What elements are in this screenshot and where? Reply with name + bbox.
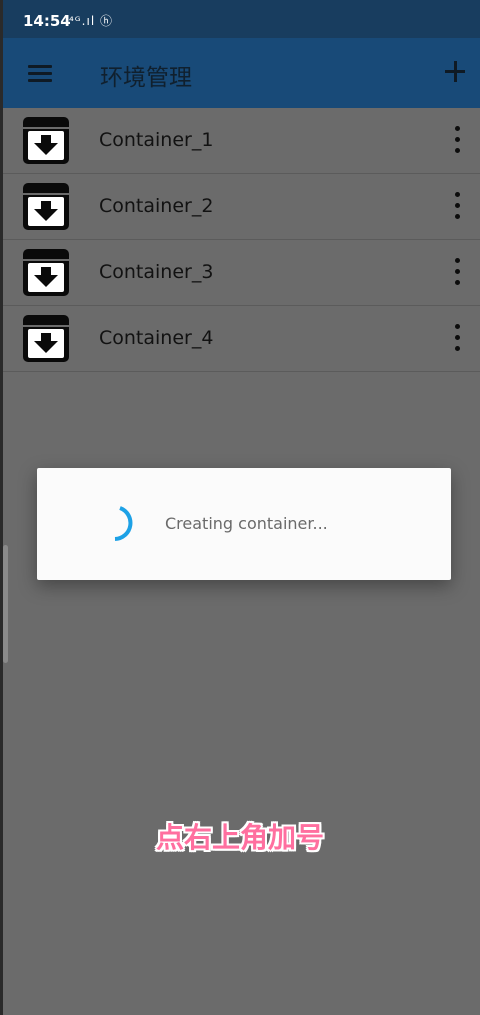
container-list: Container_1 Container_2 Container_3 Cont… [3, 108, 480, 372]
archive-download-icon [23, 117, 69, 164]
list-item-label: Container_2 [99, 195, 214, 217]
edge-swipe-handle[interactable] [3, 545, 8, 663]
list-item-container-3[interactable]: Container_3 [3, 240, 480, 306]
dialog-message: Creating container... [165, 514, 328, 533]
archive-download-icon [23, 315, 69, 362]
list-item-label: Container_4 [99, 327, 214, 349]
archive-download-icon [23, 249, 69, 296]
app-bar: 环境管理 [3, 38, 480, 108]
more-options-icon[interactable] [447, 256, 467, 288]
status-bar: 14:54 ⁴ᴳ.ıl ⓗ [3, 0, 480, 38]
archive-download-icon [23, 183, 69, 230]
list-item-container-1[interactable]: Container_1 [3, 108, 480, 174]
add-container-plus-icon[interactable] [437, 54, 473, 90]
tutorial-caption: 点右上角加号 [155, 821, 324, 854]
status-time: 14:54 [23, 12, 71, 30]
list-item-label: Container_3 [99, 261, 214, 283]
more-options-icon[interactable] [447, 322, 467, 354]
list-item-container-4[interactable]: Container_4 [3, 306, 480, 372]
app-screen: 14:54 ⁴ᴳ.ıl ⓗ 环境管理 Container_1 Container… [0, 0, 480, 1015]
list-item-label: Container_1 [99, 129, 214, 151]
more-options-icon[interactable] [447, 190, 467, 222]
hamburger-menu-icon[interactable] [23, 57, 57, 91]
progress-spinner-icon [114, 506, 133, 541]
signal-icon: ⁴ᴳ.ıl ⓗ [69, 14, 113, 28]
page-title: 环境管理 [100, 65, 192, 91]
more-options-icon[interactable] [447, 124, 467, 156]
list-item-container-2[interactable]: Container_2 [3, 174, 480, 240]
progress-dialog: Creating container... [37, 468, 451, 580]
